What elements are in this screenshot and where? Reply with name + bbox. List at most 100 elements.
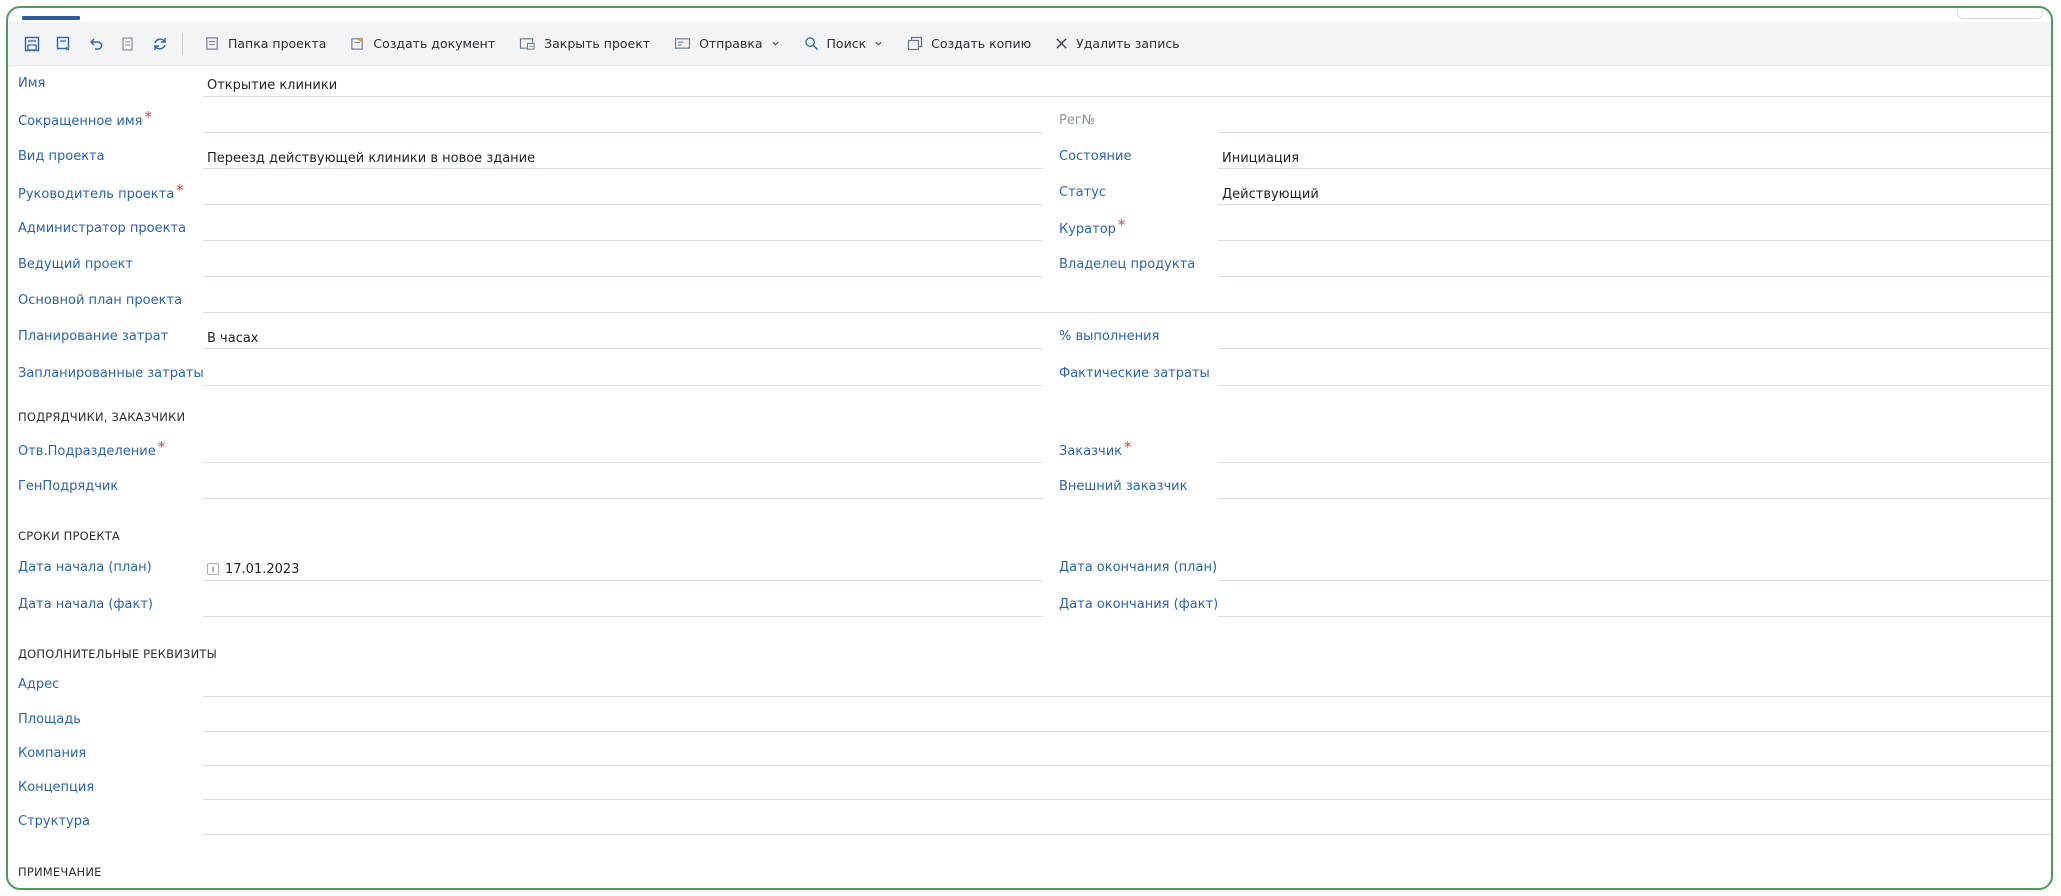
end-fact-label: Дата окончания (факт) [1059, 597, 1219, 612]
gen-contractor-input[interactable] [203, 498, 1043, 499]
folder-project-button[interactable]: Папка проекта [193, 22, 338, 66]
toolbar: Папка проекта Создать документ Закрыть п… [8, 22, 2051, 66]
address-input[interactable] [203, 696, 2051, 697]
undo-button[interactable] [80, 28, 112, 60]
project-type-underline [203, 168, 1043, 169]
delete-record-label: Удалить запись [1076, 36, 1180, 51]
base-plan-label: Основной план проекта [18, 293, 183, 308]
structure-input[interactable] [203, 834, 2051, 835]
start-plan-underline [203, 580, 1043, 581]
short-name-label: Сокращенное имя * [18, 108, 153, 129]
save-close-icon [56, 36, 70, 50]
active-tab-indicator [22, 16, 80, 20]
reg-no-input[interactable] [1218, 132, 2051, 133]
end-plan-label: Дата окончания (план) [1059, 560, 1218, 575]
end-fact-input[interactable] [1218, 616, 2051, 617]
start-fact-input[interactable] [203, 616, 1043, 617]
planned-costs-input[interactable] [203, 385, 1043, 386]
close-project-button[interactable]: Закрыть проект [507, 22, 662, 66]
area-input[interactable] [203, 731, 2051, 732]
status-underline [1218, 204, 2051, 205]
planned-costs-label: Запланированные затраты [18, 366, 204, 381]
top-right-tab[interactable] [1957, 8, 2043, 19]
contractors-section-title: ПОДРЯДЧИКИ, ЗАКАЗЧИКИ [18, 410, 186, 424]
actual-costs-label: Фактические затраты [1059, 366, 1210, 381]
manager-label: Руководитель проекта * [18, 181, 184, 202]
company-label: Компания [18, 746, 87, 761]
save-and-close-button[interactable] [48, 28, 80, 60]
refresh-button[interactable] [144, 28, 176, 60]
actual-costs-input[interactable] [1218, 385, 2051, 386]
manager-input[interactable] [203, 204, 1043, 205]
name-input[interactable]: Открытие клиники [207, 78, 337, 93]
reg-no-label: Рег№ [1059, 113, 1096, 128]
note-section-title: ПРИМЕЧАНИЕ [18, 865, 102, 879]
undo-icon [90, 38, 103, 50]
project-type-input[interactable]: Переезд действующей клиники в новое здан… [207, 151, 535, 166]
close-project-label: Закрыть проект [544, 36, 651, 51]
send-dropdown[interactable]: Отправка [662, 22, 791, 66]
create-document-label: Создать документ [373, 36, 496, 51]
start-fact-label: Дата начала (факт) [18, 597, 153, 612]
new-doc-icon [351, 36, 364, 50]
folder-doc-icon [206, 37, 218, 50]
toolbar-separator [182, 32, 183, 55]
cost-planning-underline [203, 348, 1043, 349]
cost-planning-label: Планирование затрат [18, 329, 169, 344]
end-plan-input[interactable] [1218, 580, 2051, 581]
project-card-window: Папка проекта Создать документ Закрыть п… [6, 6, 2053, 890]
curator-input[interactable] [1218, 240, 2051, 241]
delete-record-button[interactable]: Удалить запись [1043, 22, 1192, 66]
company-input[interactable] [203, 765, 2051, 766]
calendar-icon[interactable] [207, 563, 219, 575]
document-icon [122, 36, 133, 51]
short-name-input[interactable] [203, 132, 1043, 133]
status-label: Статус [1059, 185, 1107, 200]
lead-project-input[interactable] [203, 276, 1043, 277]
extra-section-title: ДОПОЛНИТЕЛЬНЫЕ РЕКВИЗИТЫ [18, 647, 217, 661]
search-icon [804, 37, 818, 51]
curator-label: Куратор * [1059, 216, 1126, 237]
note-input[interactable] [18, 888, 2048, 889]
concept-input[interactable] [203, 799, 2051, 800]
create-copy-button[interactable]: Создать копию [895, 22, 1043, 66]
folder-project-label: Папка проекта [228, 36, 327, 51]
state-input[interactable]: Инициация [1222, 151, 1299, 166]
name-underline [203, 96, 2051, 97]
search-dropdown[interactable]: Поиск [792, 22, 896, 66]
save-button[interactable] [16, 28, 48, 60]
create-document-button[interactable]: Создать документ [338, 22, 507, 66]
base-plan-input[interactable] [203, 312, 2051, 313]
create-copy-label: Создать копию [931, 36, 1032, 51]
resp-dept-label: Отв.Подразделение * [18, 438, 166, 459]
document-button[interactable] [112, 28, 144, 60]
send-label: Отправка [699, 36, 763, 51]
start-plan-input[interactable]: 17.01.2023 [207, 562, 299, 577]
lead-project-label: Ведущий проект [18, 257, 134, 272]
customer-input[interactable] [1218, 462, 2051, 463]
chevron-down-icon [771, 41, 779, 46]
dates-section-title: СРОКИ ПРОЕКТА [18, 529, 120, 543]
close-project-icon [520, 38, 535, 50]
concept-label: Концепция [18, 780, 95, 795]
resp-dept-input[interactable] [203, 462, 1043, 463]
admin-label: Администратор проекта [18, 221, 187, 236]
copy-icon [908, 36, 923, 51]
state-underline [1218, 168, 2051, 169]
send-icon [675, 38, 691, 49]
completion-input[interactable] [1218, 348, 2051, 349]
structure-label: Структура [18, 814, 90, 829]
address-label: Адрес [18, 677, 60, 692]
status-input[interactable]: Действующий [1222, 187, 1319, 202]
cost-planning-input[interactable]: В часах [207, 331, 259, 346]
close-icon [1056, 38, 1067, 49]
search-label: Поиск [826, 36, 867, 51]
ext-customer-input[interactable] [1218, 498, 2051, 499]
ext-customer-label: Внешний заказчик [1059, 479, 1188, 494]
refresh-icon [154, 37, 166, 50]
admin-input[interactable] [203, 240, 1043, 241]
area-label: Площадь [18, 712, 81, 727]
gen-contractor-label: ГенПодрядчик [18, 479, 119, 494]
save-icon [24, 36, 40, 51]
product-owner-input[interactable] [1218, 276, 2051, 277]
